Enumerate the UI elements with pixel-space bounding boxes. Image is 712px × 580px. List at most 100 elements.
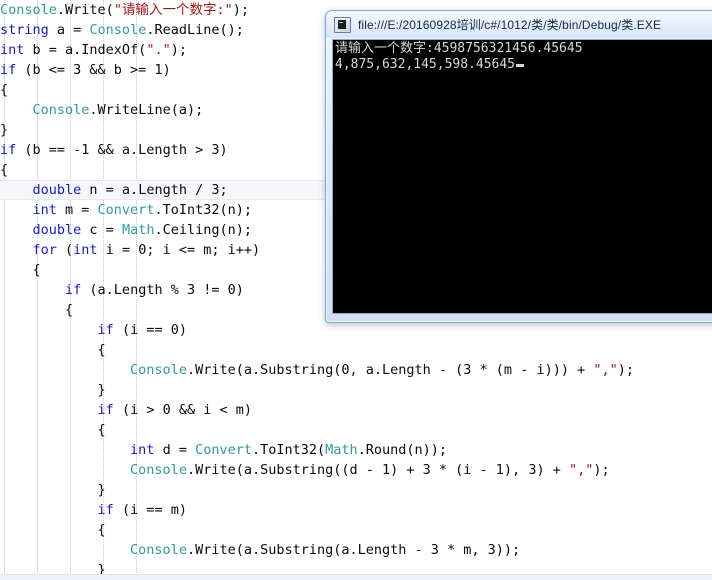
code-token-plain: (b <= 3 && b >= 1) bbox=[16, 62, 171, 78]
code-line[interactable]: { bbox=[0, 420, 712, 440]
code-token-plain: .WriteLine(a); bbox=[89, 102, 204, 118]
code-token-plain: (i > 0 && i < m) bbox=[113, 402, 252, 418]
code-token-plain: a = bbox=[48, 22, 90, 38]
code-line[interactable]: Console.Write(a.Substring(0, a.Length - … bbox=[0, 360, 712, 380]
code-line[interactable]: if (i == m) bbox=[0, 500, 712, 520]
code-line[interactable]: { bbox=[0, 520, 712, 540]
code-token-str: "," bbox=[568, 462, 594, 478]
console-window-title: file:///E:/20160928培训/c#/1012/类/类/bin/De… bbox=[358, 18, 662, 32]
code-token-kw: int bbox=[130, 442, 155, 458]
code-token-type: Math bbox=[121, 222, 155, 238]
code-token-plain: .Write(a.Substring(a.Length - 3 * m, 3))… bbox=[186, 542, 521, 558]
code-token-plain: .Round(n)); bbox=[357, 442, 448, 458]
code-token-plain: ( bbox=[56, 242, 74, 258]
code-token-plain: d = bbox=[154, 442, 196, 458]
code-token-type: Console bbox=[0, 2, 57, 18]
code-token-plain: (i == 0) bbox=[113, 322, 187, 338]
code-token-plain: { bbox=[0, 522, 106, 538]
code-token-kw: if bbox=[97, 402, 114, 418]
code-line[interactable]: Console.Write(a.Substring((d - 1) + 3 * … bbox=[0, 460, 712, 480]
console-output-text: 请输入一个数字:4598756321456.45645 4,875,632,145… bbox=[333, 40, 712, 73]
code-token-plain: m = bbox=[56, 202, 98, 218]
code-token-plain: { bbox=[0, 302, 74, 318]
code-token-type: Console bbox=[89, 22, 147, 38]
code-token-plain: (b == -1 && a.Length > 3) bbox=[16, 142, 228, 158]
code-token-kw: double bbox=[32, 182, 82, 198]
code-token-kw: if bbox=[0, 62, 17, 78]
code-token-kw: int bbox=[32, 202, 57, 218]
console-line: 请输入一个数字:4598756321456.45645 bbox=[335, 41, 583, 56]
code-token-plain: .Ceiling(n); bbox=[154, 222, 252, 238]
code-token-plain: { bbox=[0, 82, 9, 98]
console-caret bbox=[516, 64, 525, 67]
code-token-plain: .ReadLine(); bbox=[146, 22, 244, 38]
code-token-plain: } bbox=[0, 482, 106, 498]
code-token-plain: } bbox=[0, 122, 9, 138]
code-token-plain: .Write( bbox=[56, 2, 114, 18]
code-token-plain: c = bbox=[81, 222, 122, 238]
horizontal-scrollbar[interactable] bbox=[0, 574, 712, 580]
code-token-type: Console bbox=[130, 362, 187, 378]
code-token-plain: ); bbox=[617, 362, 634, 378]
code-line[interactable]: Console.Write(a.Substring(a.Length - 3 *… bbox=[0, 540, 712, 560]
code-token-type: Console bbox=[130, 462, 187, 478]
code-token-type: Console bbox=[130, 542, 187, 558]
code-token-plain: { bbox=[0, 422, 106, 438]
code-line[interactable]: int d = Convert.ToInt32(Math.Round(n)); bbox=[0, 440, 712, 460]
code-token-str: "." bbox=[146, 42, 171, 58]
code-token-plain: ); bbox=[232, 2, 249, 18]
code-token-kw: if bbox=[65, 282, 82, 298]
console-line: 4,875,632,145,598.45645 bbox=[335, 57, 712, 73]
code-line[interactable]: { bbox=[0, 340, 712, 360]
code-token-kw: int bbox=[0, 42, 25, 58]
code-token-kw: double bbox=[32, 222, 82, 238]
code-token-plain: .Write(a.Substring((d - 1) + 3 * (i - 1)… bbox=[186, 462, 569, 478]
code-token-plain: n = a.Length / 3; bbox=[81, 182, 228, 198]
code-line[interactable]: } bbox=[0, 480, 712, 500]
console-output-area[interactable]: 请输入一个数字:4598756321456.45645 4,875,632,145… bbox=[332, 39, 712, 314]
code-token-plain: } bbox=[0, 382, 106, 398]
code-token-kw: if bbox=[97, 502, 114, 518]
code-token-type: Math bbox=[325, 442, 358, 458]
code-token-plain: { bbox=[0, 162, 9, 178]
code-token-plain: b = a.IndexOf( bbox=[24, 42, 147, 58]
console-app-icon bbox=[334, 16, 351, 33]
code-token-str: "," bbox=[593, 362, 618, 378]
code-token-plain: (a.Length % 3 != 0) bbox=[81, 282, 244, 298]
code-token-type: Console bbox=[32, 102, 90, 118]
code-token-plain: (i == m) bbox=[113, 502, 187, 518]
code-line[interactable]: } bbox=[0, 380, 712, 400]
code-token-kw: for bbox=[32, 242, 57, 258]
code-token-plain: ); bbox=[593, 462, 610, 478]
code-token-str: "请输入一个数字:" bbox=[113, 2, 233, 18]
code-token-type: Convert bbox=[97, 202, 155, 218]
code-token-kw: if bbox=[0, 142, 17, 158]
code-token-plain: .ToInt32( bbox=[251, 442, 326, 458]
code-token-plain: ); bbox=[170, 42, 187, 58]
code-token-plain: .ToInt32(n); bbox=[154, 202, 252, 218]
code-token-type: Convert bbox=[195, 442, 252, 458]
code-token-kw: int bbox=[73, 242, 98, 258]
code-token-plain: { bbox=[0, 262, 41, 278]
console-window[interactable]: file:///E:/20160928培训/c#/1012/类/类/bin/De… bbox=[325, 10, 712, 323]
code-token-plain: i = 0; i <= m; i++) bbox=[97, 242, 261, 258]
console-titlebar[interactable]: file:///E:/20160928培训/c#/1012/类/类/bin/De… bbox=[326, 11, 712, 38]
code-line[interactable]: if (i == 0) bbox=[0, 320, 712, 340]
code-token-kw: if bbox=[97, 322, 114, 338]
code-token-kw: string bbox=[0, 22, 49, 38]
code-token-plain: { bbox=[0, 342, 106, 358]
code-line[interactable]: if (i > 0 && i < m) bbox=[0, 400, 712, 420]
